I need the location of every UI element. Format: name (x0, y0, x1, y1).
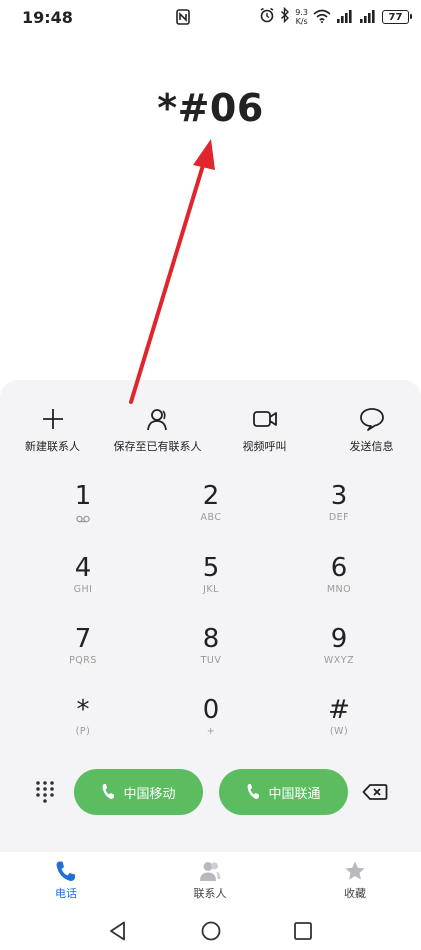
key-digit: 4 (74, 553, 92, 583)
star-icon (345, 861, 365, 880)
message-icon (359, 408, 384, 431)
key-0[interactable]: 0 + (151, 694, 271, 754)
key-star[interactable]: * (P) (23, 694, 143, 754)
key-letters: JKL (203, 584, 219, 595)
key-digit: 8 (202, 624, 220, 654)
key-letters: MNO (326, 584, 352, 595)
signal-icon-sim2 (359, 8, 377, 27)
bottom-tabs: 电话 联系人 收藏 (0, 852, 421, 908)
phone-hd-icon (102, 784, 115, 799)
key-1[interactable]: 1 (23, 480, 143, 540)
key-digit: 1 (74, 481, 92, 511)
tab-favorites-label: 收藏 (344, 887, 366, 900)
tab-contacts-label: 联系人 (193, 887, 227, 900)
key-9[interactable]: 9 WXYZ (279, 623, 399, 683)
key-digit: 5 (202, 553, 220, 583)
key-digit: 2 (202, 481, 220, 511)
key-letters: ABC (200, 512, 222, 523)
call-sim2-button[interactable]: 中国联通 (219, 769, 348, 815)
send-message-button[interactable]: 发送信息 (319, 406, 421, 456)
bluetooth-icon (280, 6, 290, 27)
dialed-number[interactable]: *#06 (0, 86, 421, 130)
key-letters: DEF (328, 512, 350, 523)
network-speed: 9.3 K/s (295, 8, 308, 26)
key-8[interactable]: 8 TUV (151, 623, 271, 683)
status-time: 19:48 (22, 7, 73, 27)
key-letters: PQRS (69, 655, 97, 666)
voicemail-icon (76, 515, 90, 523)
save-to-existing-contact-button[interactable]: 保存至已有联系人 (105, 406, 210, 456)
system-nav-bar (0, 908, 421, 950)
call-sim1-label: 中国移动 (123, 786, 176, 802)
nfc-icon (176, 9, 190, 29)
key-letters: + (206, 726, 216, 737)
person-icon (146, 409, 167, 431)
network-speed-value: 9.3 (295, 8, 308, 17)
phone-icon (56, 861, 75, 881)
key-digit: 0 (202, 695, 220, 725)
key-digit: 6 (330, 553, 348, 583)
key-digit: 7 (74, 624, 92, 654)
video-call-label: 视频呼叫 (242, 440, 287, 453)
key-letters: GHI (73, 584, 93, 595)
key-3[interactable]: 3 DEF (279, 480, 399, 540)
tab-contacts[interactable]: 联系人 (160, 860, 260, 908)
phone-hd-icon (247, 784, 260, 799)
call-sim1-button[interactable]: 中国移动 (74, 769, 203, 815)
backspace-icon[interactable] (362, 782, 388, 802)
key-letters: (W) (329, 726, 349, 737)
tab-phone[interactable]: 电话 (16, 860, 116, 908)
recents-icon[interactable] (292, 920, 314, 942)
tab-phone-label: 电话 (55, 887, 77, 900)
alarm-icon (259, 7, 275, 27)
new-contact-button[interactable]: 新建联系人 (0, 406, 105, 456)
plus-icon (42, 409, 63, 429)
wifi-icon (313, 8, 331, 27)
key-digit: 3 (330, 481, 348, 511)
home-icon[interactable] (200, 920, 222, 942)
key-letters: WXYZ (323, 655, 355, 666)
network-speed-unit: K/s (295, 17, 308, 26)
video-call-button[interactable]: 视频呼叫 (212, 406, 317, 456)
save-to-existing-contact-label: 保存至已有联系人 (113, 440, 202, 453)
contacts-icon (200, 862, 221, 881)
dialpad-icon[interactable] (34, 780, 56, 804)
video-icon (252, 411, 277, 427)
call-sim2-label: 中国联通 (268, 786, 321, 802)
key-digit: * (76, 695, 90, 725)
tab-favorites[interactable]: 收藏 (305, 860, 405, 908)
key-5[interactable]: 5 JKL (151, 552, 271, 612)
key-letters: TUV (200, 655, 222, 666)
call-row: 中国移动 中国联通 (0, 769, 421, 817)
battery-indicator: 77 (382, 10, 412, 24)
key-hash[interactable]: # (W) (279, 694, 399, 754)
signal-icon-sim1 (336, 8, 354, 27)
keypad: 1 2 ABC 3 DEF 4 GHI 5 JKL 6 MNO 7 PQRS 8… (0, 480, 421, 750)
key-6[interactable]: 6 MNO (279, 552, 399, 612)
key-4[interactable]: 4 GHI (23, 552, 143, 612)
back-icon[interactable] (107, 920, 129, 942)
new-contact-label: 新建联系人 (25, 440, 80, 453)
key-digit: # (328, 695, 350, 725)
key-7[interactable]: 7 PQRS (23, 623, 143, 683)
send-message-label: 发送信息 (349, 440, 394, 453)
key-digit: 9 (330, 624, 348, 654)
key-letters: (P) (75, 726, 91, 737)
key-2[interactable]: 2 ABC (151, 480, 271, 540)
quick-actions: 新建联系人 保存至已有联系人 视频呼叫 发送信息 (0, 406, 421, 456)
status-icons: 9.3 K/s 77 (259, 6, 412, 27)
status-bar: 19:48 9.3 K/s 77 (0, 0, 421, 34)
